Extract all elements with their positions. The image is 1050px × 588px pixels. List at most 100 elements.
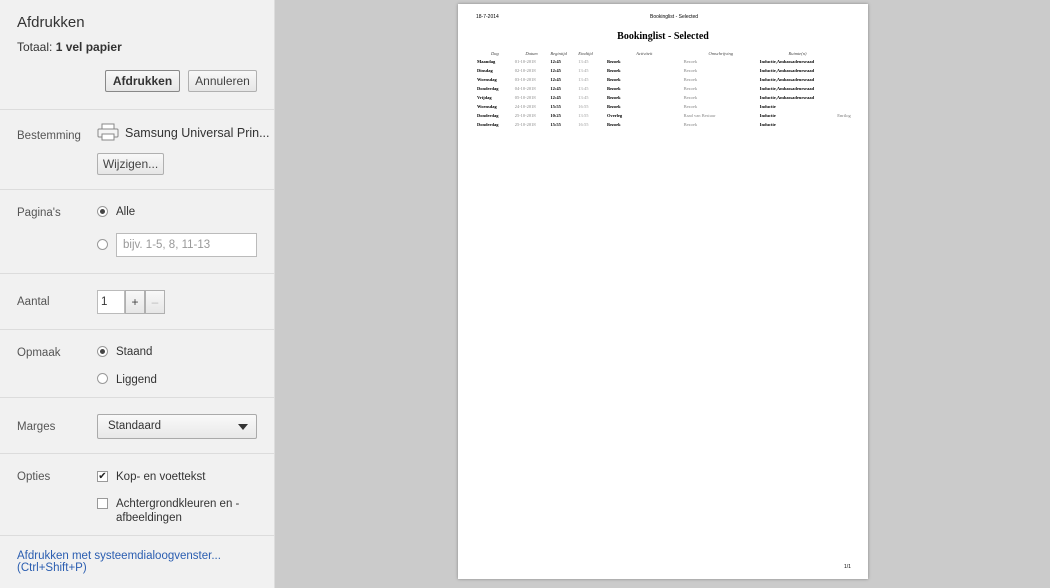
- table-cell: 25-10-2018: [514, 113, 536, 118]
- booking-table: Dag Datum Begintijd Eindtijd Activiteit …: [476, 50, 868, 129]
- table-row: Maandag 01-10-2018 12:45 13:45 Bezoek Bezoek I…: [476, 57, 868, 66]
- page-number: 1/1: [844, 564, 851, 570]
- table-row: Donderdag 25-10-2018 10:25 13:55 Overleg Raad…: [476, 111, 868, 120]
- table-cell: Overleg: [606, 113, 623, 118]
- total-prefix: Totaal:: [17, 40, 53, 54]
- pages-range-radio[interactable]: [97, 239, 108, 250]
- column-header: Dag: [490, 51, 499, 56]
- page-header-title: Bookinglist - Selected: [650, 14, 699, 20]
- table-cell: 02-10-2018: [514, 68, 536, 73]
- column-header: Omschrijving: [708, 51, 733, 56]
- pages-range-input[interactable]: bijv. 1-5, 8, 11-13: [116, 233, 257, 257]
- copies-label: Aantal: [17, 296, 50, 308]
- layout-landscape-label: Liggend: [116, 374, 157, 386]
- table-cell: Dinsdag: [477, 68, 493, 73]
- divider: [0, 535, 275, 536]
- table-cell: 12:45: [550, 95, 561, 100]
- table-cell: [836, 66, 868, 75]
- table-cell: Inductie,Ambassadeursraad: [759, 59, 815, 64]
- table-cell: 13:45: [578, 77, 589, 82]
- table-cell: Bezoek: [606, 95, 621, 100]
- table-cell: Maandag: [477, 59, 496, 64]
- table-cell: [836, 102, 868, 111]
- table-cell: 12:45: [550, 86, 561, 91]
- background-graphics-checkbox[interactable]: [97, 498, 108, 509]
- table-cell: Bezoek: [683, 86, 698, 91]
- layout-portrait-radio[interactable]: [97, 346, 108, 357]
- table-cell: 12:45: [550, 59, 561, 64]
- divider: [0, 109, 275, 110]
- divider: [0, 453, 275, 454]
- divider: [0, 329, 275, 330]
- table-cell: Bezoek: [683, 68, 698, 73]
- print-preview-area: 18-7-2014 Bookinglist - Selected Booking…: [275, 0, 1050, 588]
- table-cell: Inductie: [759, 122, 776, 127]
- chevron-down-icon: [238, 424, 248, 430]
- table-cell: 15:55: [550, 104, 561, 109]
- system-dialog-link[interactable]: Afdrukken met systeemdialoogvenster... (…: [17, 550, 274, 574]
- table-cell: 13:55: [578, 113, 589, 118]
- table-cell: [836, 75, 868, 84]
- print-settings-sidebar: Afdrukken Totaal: 1 vel papier Afdrukken…: [0, 0, 275, 588]
- table-cell: 13:45: [578, 86, 589, 91]
- table-cell: 15:55: [550, 122, 561, 127]
- document-title: Bookinglist - Selected: [617, 31, 709, 42]
- table-cell: Bezoek: [683, 95, 698, 100]
- headers-footers-label: Kop- en voettekst: [116, 471, 206, 483]
- divider: [0, 397, 275, 398]
- margins-label: Marges: [17, 421, 56, 433]
- change-destination-button[interactable]: Wijzigen...: [97, 153, 164, 175]
- table-cell: 13:45: [578, 68, 589, 73]
- printer-name: Samsung Universal Prin...: [125, 126, 270, 140]
- pages-all-radio[interactable]: [97, 206, 108, 217]
- table-cell: [836, 93, 868, 102]
- table-cell: Vrijdag: [477, 95, 492, 100]
- copies-input[interactable]: 1: [97, 290, 125, 314]
- table-cell: Donderdag: [477, 113, 499, 118]
- table-cell: 01-10-2018: [514, 59, 536, 64]
- table-cell: Enrilog: [837, 113, 851, 118]
- table-cell: 24-10-2018: [514, 104, 536, 109]
- table-cell: 12:45: [550, 68, 561, 73]
- table-cell: Bezoek: [606, 68, 621, 73]
- table-row: Woensdag 24-10-2018 15:55 16:55 Bezoek Bezoek…: [476, 102, 868, 111]
- layout-landscape-radio[interactable]: [97, 373, 108, 384]
- column-header: Ruimte(n): [788, 51, 807, 56]
- table-cell: Woensdag: [477, 77, 497, 82]
- pages-label: Pagina's: [17, 207, 61, 219]
- margins-select[interactable]: Standaard: [97, 414, 257, 439]
- column-header: Datum: [525, 51, 538, 56]
- layout-portrait-label: Staand: [116, 346, 153, 358]
- column-header: Activiteit: [636, 51, 653, 56]
- table-row: Donderdag 04-10-2018 12:45 13:45 Bezoek Bezoe…: [476, 84, 868, 93]
- headers-footers-checkbox[interactable]: ✔: [97, 471, 108, 482]
- table-cell: Inductie,Ambassadeursraad: [759, 86, 815, 91]
- divider: [0, 189, 275, 190]
- table-cell: 05-10-2018: [514, 95, 536, 100]
- table-cell: 04-10-2018: [514, 86, 536, 91]
- divider: [0, 273, 275, 274]
- table-cell: 13:45: [578, 59, 589, 64]
- table-cell: Bezoek: [606, 104, 621, 109]
- printer-icon: [97, 123, 119, 144]
- column-header: [836, 50, 868, 57]
- table-cell: 16:55: [578, 104, 589, 109]
- column-header: Eindtijd: [578, 51, 593, 56]
- pages-all-label: Alle: [116, 206, 136, 218]
- total-value: 1 vel papier: [55, 40, 122, 54]
- table-cell: 13:45: [578, 95, 589, 100]
- table-cell: Raad van Bestuur: [683, 113, 716, 118]
- page-header-date: 18-7-2014: [476, 14, 499, 20]
- table-header-row: Dag Datum Begintijd Eindtijd Activiteit …: [476, 50, 868, 57]
- dialog-title: Afdrukken: [17, 14, 85, 31]
- table-cell: 16:55: [578, 122, 589, 127]
- cancel-button[interactable]: Annuleren: [188, 70, 257, 92]
- table-row: Vrijdag 05-10-2018 12:45 13:45 Bezoek Bezoek I…: [476, 93, 868, 102]
- column-header: Begintijd: [550, 51, 567, 56]
- copies-increment-button[interactable]: +: [125, 290, 145, 314]
- print-button[interactable]: Afdrukken: [105, 70, 180, 92]
- table-cell: [836, 120, 868, 129]
- table-cell: 12:45: [550, 77, 561, 82]
- destination-label: Bestemming: [17, 130, 81, 142]
- copies-decrement-button[interactable]: –: [145, 290, 165, 314]
